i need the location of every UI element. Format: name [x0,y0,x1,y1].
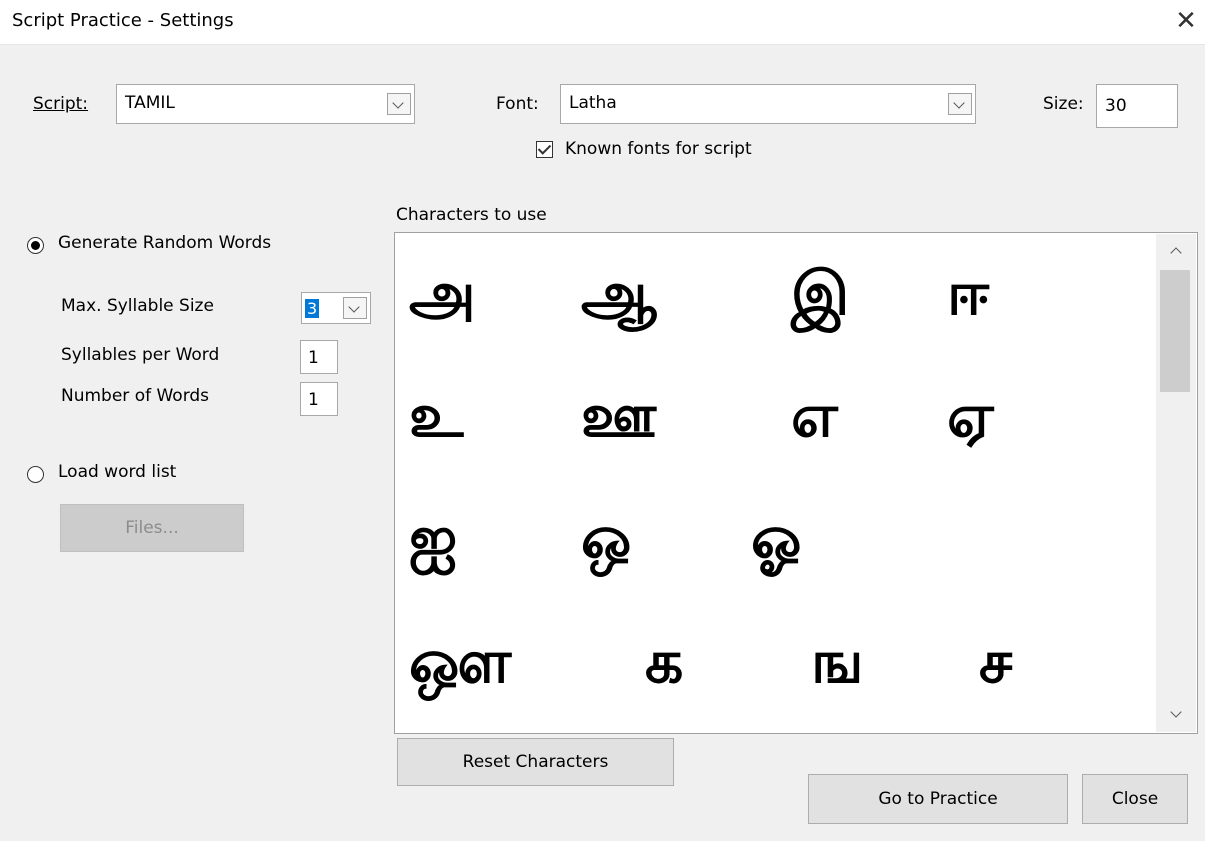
font-label: Font: [496,94,539,114]
font-select[interactable]: Latha [560,84,976,124]
checkmark-icon [537,141,552,155]
load-word-list-label[interactable]: Load word list [58,462,176,482]
character-item[interactable]: ஐ [409,503,457,573]
characters-label: Characters to use [396,205,547,225]
reset-characters-button[interactable]: Reset Characters [397,738,674,786]
syllables-per-word-input[interactable]: 1 [300,340,338,374]
character-item[interactable]: ஔ [409,627,511,697]
known-fonts-label[interactable]: Known fonts for script [565,139,752,159]
max-syllable-select[interactable]: 3 [301,292,371,324]
character-item[interactable]: உ [409,381,463,451]
radio-dot-icon [31,241,40,250]
character-item[interactable]: அ [409,259,476,329]
size-value: 30 [1105,96,1127,116]
number-of-words-input[interactable]: 1 [300,382,338,416]
characters-panel[interactable]: அ ஆ இ ஈ உ ஊ எ ஏ ஐ ஒ ஓ ஔ க ங ச [394,232,1198,734]
syllables-per-word-value: 1 [308,348,319,368]
font-select-value: Latha [569,93,617,113]
chevron-down-icon[interactable] [343,297,367,319]
generate-words-label[interactable]: Generate Random Words [58,233,271,253]
character-item[interactable]: ஒ [581,503,631,573]
script-select[interactable]: TAMIL [116,84,415,124]
scroll-thumb[interactable] [1160,270,1190,392]
character-item[interactable]: ச [979,627,1012,697]
load-word-list-radio[interactable] [27,466,44,483]
known-fonts-checkbox[interactable] [536,141,553,158]
window-title: Script Practice - Settings [12,10,234,31]
script-select-value: TAMIL [125,93,175,113]
scroll-up-icon[interactable] [1156,234,1196,268]
character-item[interactable]: ஏ [947,381,994,451]
character-item[interactable]: ஈ [947,259,989,329]
max-syllable-label: Max. Syllable Size [61,296,214,316]
script-label: Script: [33,94,89,114]
character-item[interactable]: ஆ [581,259,657,329]
close-button[interactable]: Close [1082,774,1188,824]
scroll-down-icon[interactable] [1156,698,1196,732]
syllables-per-word-label: Syllables per Word [61,345,220,365]
go-to-practice-button[interactable]: Go to Practice [808,774,1068,824]
size-input[interactable]: 30 [1096,84,1178,128]
size-label: Size: [1043,94,1084,114]
character-item[interactable]: க [645,627,683,697]
files-button[interactable]: Files... [60,504,244,552]
chevron-down-icon[interactable] [387,93,411,115]
character-item[interactable]: ஓ [751,503,801,573]
number-of-words-label: Number of Words [61,386,210,406]
max-syllable-value: 3 [305,299,320,318]
chevron-down-icon[interactable] [948,93,972,115]
character-item[interactable]: ஊ [581,381,657,451]
characters-scrollbar[interactable] [1156,234,1196,732]
character-item[interactable]: இ [791,259,849,329]
generate-words-radio[interactable] [27,237,44,254]
number-of-words-value: 1 [308,390,319,410]
character-item[interactable]: ங [811,627,864,697]
title-bar: Script Practice - Settings ✕ [0,0,1205,45]
character-item[interactable]: எ [791,381,838,451]
close-icon[interactable]: ✕ [1172,4,1200,38]
